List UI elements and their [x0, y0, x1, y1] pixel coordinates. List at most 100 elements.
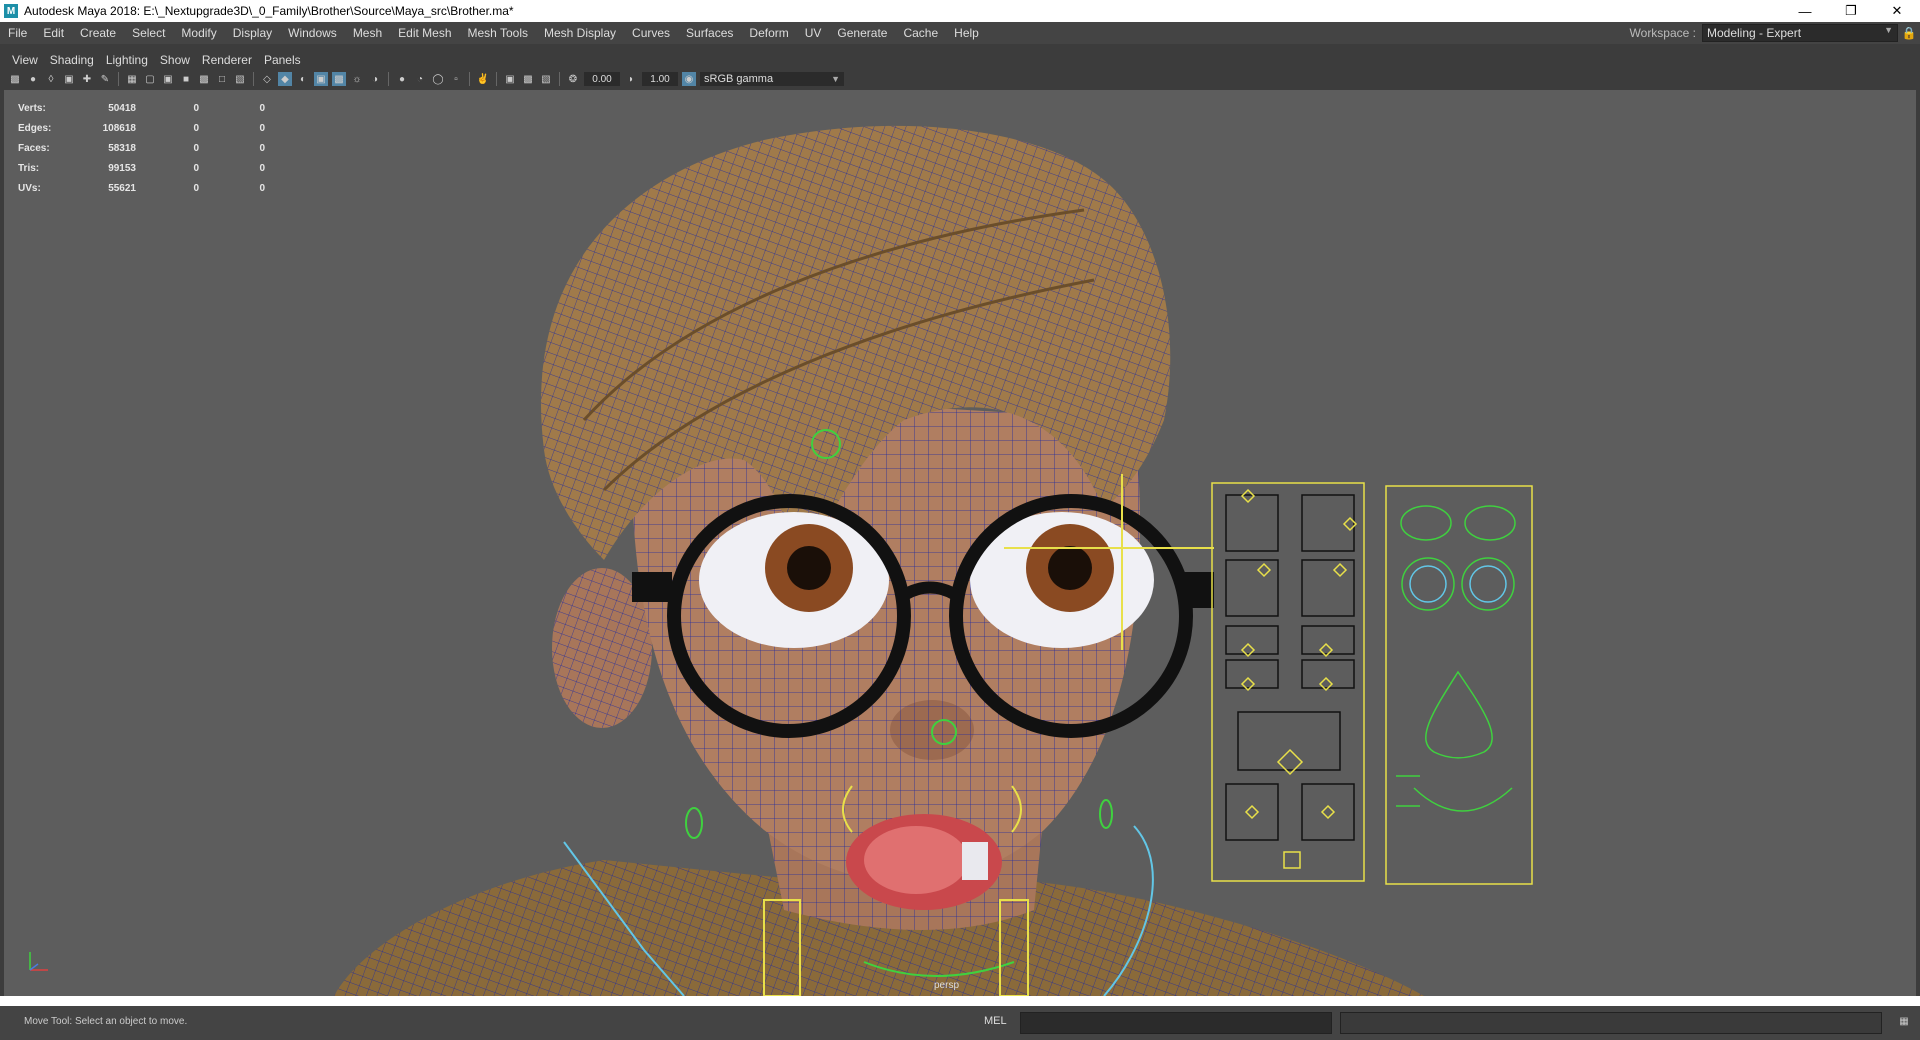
hud-value: 0	[193, 102, 199, 114]
hud-label: Edges:	[18, 122, 52, 134]
panel-menu-show[interactable]: Show	[154, 53, 196, 67]
hud-row-edges: Edges: 108618 0 0	[18, 118, 265, 138]
toolbar-divider	[469, 72, 470, 86]
workspace-area: Workspace : Modeling - Expert ▼ 🔒	[1630, 22, 1920, 44]
ambient-occlusion-icon[interactable]: ●	[395, 72, 409, 86]
camera-name-label: persp	[934, 980, 960, 991]
toolbar-divider	[496, 72, 497, 86]
gamma-icon[interactable]: ◗	[624, 72, 638, 86]
menu-mesh-tools[interactable]: Mesh Tools	[460, 26, 536, 40]
panel-menu-view[interactable]: View	[6, 53, 44, 67]
viewport-panel: View Shading Lighting Show Renderer Pane…	[0, 44, 1920, 996]
film-gate-icon[interactable]: ▢	[143, 72, 157, 86]
safe-title-icon[interactable]: ▧	[233, 72, 247, 86]
hud-value: 55621	[108, 182, 136, 194]
menu-mesh[interactable]: Mesh	[345, 26, 390, 40]
hud-value: 0	[193, 182, 199, 194]
hud-value: 50418	[108, 102, 136, 114]
panel-menu-lighting[interactable]: Lighting	[100, 53, 154, 67]
grease-pencil-icon[interactable]: ✎	[98, 72, 112, 86]
gamma-field[interactable]: 1.00	[642, 72, 678, 86]
menu-help[interactable]: Help	[946, 26, 987, 40]
menu-deform[interactable]: Deform	[741, 26, 796, 40]
lock-icon[interactable]: 🔒	[1898, 26, 1920, 40]
safe-action-icon[interactable]: □	[215, 72, 229, 86]
menu-modify[interactable]: Modify	[173, 26, 224, 40]
menu-display[interactable]: Display	[225, 26, 280, 40]
menu-curves[interactable]: Curves	[624, 26, 678, 40]
isolate-select-icon[interactable]: ✌	[476, 72, 490, 86]
smooth-shade-all-icon[interactable]: ◆	[278, 72, 292, 86]
menu-uv[interactable]: UV	[797, 26, 830, 40]
multisample-aa-icon[interactable]: ◯	[431, 72, 445, 86]
shadows-icon[interactable]: ◑	[368, 72, 382, 86]
workspace-value: Modeling - Expert	[1707, 26, 1802, 40]
command-line-input[interactable]	[1020, 1012, 1332, 1034]
xray-active-components-icon[interactable]: ▩	[521, 72, 535, 86]
toolbar-divider	[388, 72, 389, 86]
use-default-material-icon[interactable]: ◐	[296, 72, 310, 86]
depth-of-field-icon[interactable]: ▫	[449, 72, 463, 86]
workspace-dropdown[interactable]: Modeling - Expert ▼	[1702, 24, 1898, 42]
resolution-gate-icon[interactable]: ▣	[161, 72, 175, 86]
hud-value: 0	[259, 142, 265, 154]
hud-row-tris: Tris: 99153 0 0	[18, 158, 265, 178]
bookmarks-icon[interactable]: ◊	[44, 72, 58, 86]
textured-icon[interactable]: ▩	[332, 72, 346, 86]
menu-edit[interactable]: Edit	[35, 26, 72, 40]
viewport-scene[interactable]	[4, 90, 1916, 996]
image-plane-icon[interactable]: ▣	[62, 72, 76, 86]
hud-value: 58318	[108, 142, 136, 154]
mouth-mesh[interactable]	[846, 814, 1002, 910]
grid-icon[interactable]: ▦	[125, 72, 139, 86]
select-camera-icon[interactable]: ▩	[8, 72, 22, 86]
menu-cache[interactable]: Cache	[895, 26, 946, 40]
panel-menu-panels[interactable]: Panels	[258, 53, 307, 67]
command-language-toggle[interactable]: MEL	[984, 1015, 1007, 1027]
menu-edit-mesh[interactable]: Edit Mesh	[390, 26, 459, 40]
hud-value: 0	[193, 162, 199, 174]
hud-value: 0	[193, 142, 199, 154]
exposure-icon[interactable]: ❂	[566, 72, 580, 86]
menu-select[interactable]: Select	[124, 26, 173, 40]
facial-control-board-right[interactable]	[1385, 485, 1533, 885]
field-chart-icon[interactable]: ▩	[197, 72, 211, 86]
menu-create[interactable]: Create	[72, 26, 124, 40]
2d-pan-zoom-icon[interactable]: ✚	[80, 72, 94, 86]
toolbar-divider	[559, 72, 560, 86]
menu-generate[interactable]: Generate	[829, 26, 895, 40]
close-icon[interactable]: ✕	[1874, 0, 1920, 22]
motion-blur-icon[interactable]: ◔	[413, 72, 427, 86]
hud-row-faces: Faces: 58318 0 0	[18, 138, 265, 158]
xray-icon[interactable]: ▣	[503, 72, 517, 86]
panel-menu-renderer[interactable]: Renderer	[196, 53, 258, 67]
xray-joints-icon[interactable]: ▧	[539, 72, 553, 86]
hud-row-verts: Verts: 50418 0 0	[18, 98, 265, 118]
chevron-down-icon: ▼	[831, 74, 840, 84]
use-all-lights-icon[interactable]: ☼	[350, 72, 364, 86]
restore-icon[interactable]: ❐	[1828, 0, 1874, 22]
3d-viewport[interactable]: Verts: 50418 0 0 Edges: 108618 0 0 Faces…	[4, 90, 1916, 996]
color-management-icon[interactable]: ◉	[682, 72, 696, 86]
menu-file[interactable]: File	[0, 26, 35, 40]
wireframe-icon[interactable]: ◇	[260, 72, 274, 86]
menu-surfaces[interactable]: Surfaces	[678, 26, 741, 40]
gate-mask-icon[interactable]: ■	[179, 72, 193, 86]
view-transform-dropdown[interactable]: sRGB gamma ▼	[700, 72, 844, 86]
panel-menu-shading[interactable]: Shading	[44, 53, 100, 67]
panel-menu-bar: View Shading Lighting Show Renderer Pane…	[0, 52, 307, 68]
menu-mesh-display[interactable]: Mesh Display	[536, 26, 624, 40]
menu-windows[interactable]: Windows	[280, 26, 345, 40]
wireframe-on-shaded-icon[interactable]: ▣	[314, 72, 328, 86]
facial-control-board-left[interactable]	[1211, 482, 1365, 882]
window-controls: — ❐ ✕	[1782, 0, 1920, 22]
toolbar-divider	[253, 72, 254, 86]
hud-label: UVs:	[18, 182, 41, 194]
camera-attributes-icon[interactable]: ●	[26, 72, 40, 86]
script-editor-icon[interactable]: ▦	[1896, 1016, 1912, 1030]
exposure-field[interactable]: 0.00	[584, 72, 620, 86]
help-line: Move Tool: Select an object to move.	[24, 1016, 188, 1027]
minimize-icon[interactable]: —	[1782, 0, 1828, 22]
status-bar: Move Tool: Select an object to move. MEL…	[0, 1006, 1920, 1040]
workspace-label: Workspace :	[1629, 26, 1696, 40]
